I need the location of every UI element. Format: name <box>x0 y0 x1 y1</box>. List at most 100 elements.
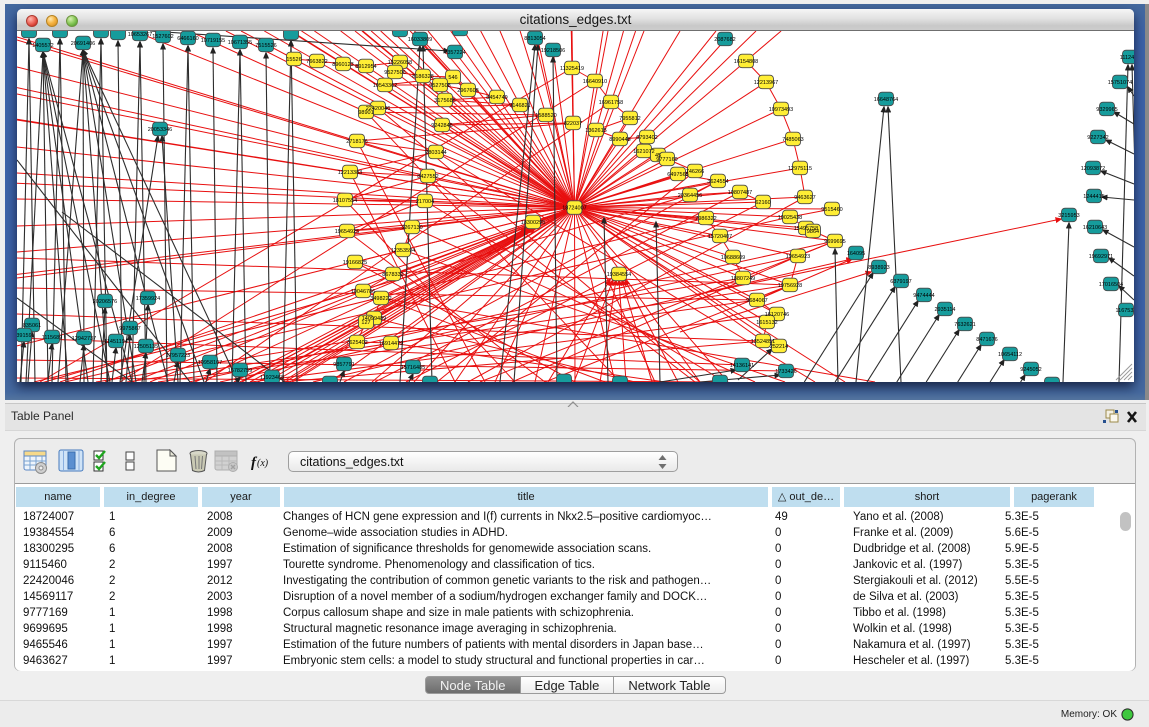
svg-text:15751074: 15751074 <box>1108 80 1132 86</box>
svg-text:8678332: 8678332 <box>382 272 403 278</box>
svg-text:8990448: 8990448 <box>609 137 630 143</box>
svg-text:7515526: 7515526 <box>255 43 276 49</box>
svg-text:11923468: 11923468 <box>260 375 284 381</box>
svg-text:9329965: 9329965 <box>1096 107 1117 113</box>
svg-text:3215953: 3215953 <box>1058 213 1079 219</box>
svg-text:16782759: 16782759 <box>228 368 252 374</box>
svg-text:8427552: 8427552 <box>417 174 438 180</box>
svg-text:9527508: 9527508 <box>429 83 450 89</box>
svg-text:3175685: 3175685 <box>434 98 455 104</box>
svg-text:8471676: 8471676 <box>976 337 997 343</box>
svg-text:15716485: 15716485 <box>401 365 425 371</box>
svg-text:10973493: 10973493 <box>769 107 793 113</box>
svg-text:6793402: 6793402 <box>636 135 657 141</box>
svg-text:19218506: 19218506 <box>541 48 565 54</box>
svg-text:1733426: 1733426 <box>775 369 796 375</box>
svg-text:9227342: 9227342 <box>1087 135 1108 141</box>
svg-text:822037: 822037 <box>564 121 582 127</box>
svg-text:10543362: 10543362 <box>373 83 397 89</box>
svg-text:16120746: 16120746 <box>765 312 789 318</box>
svg-text:9975867: 9975867 <box>119 326 140 332</box>
svg-text:9242848: 9242848 <box>431 123 452 129</box>
svg-text:1112479: 1112479 <box>1120 55 1134 61</box>
svg-text:1621072: 1621072 <box>633 149 654 155</box>
svg-text:2935114: 2935114 <box>934 307 955 313</box>
svg-text:9777169: 9777169 <box>656 157 677 163</box>
svg-text:17016504: 17016504 <box>1099 282 1123 288</box>
svg-text:12353594: 12353594 <box>391 248 415 254</box>
svg-text:20053346: 20053346 <box>148 127 172 133</box>
svg-text:14136141: 14136141 <box>730 363 754 369</box>
svg-text:9515460: 9515460 <box>821 207 842 213</box>
svg-text:7632621: 7632621 <box>954 322 975 328</box>
svg-text:9463627: 9463627 <box>794 195 815 201</box>
svg-text:2967608: 2967608 <box>457 88 478 94</box>
svg-text:18107554: 18107554 <box>333 198 357 204</box>
svg-text:1527602: 1527602 <box>152 34 173 40</box>
svg-text:127: 127 <box>361 320 370 326</box>
svg-text:10807487: 10807487 <box>728 190 752 196</box>
svg-text:10046786: 10046786 <box>351 289 375 295</box>
svg-text:1362615: 1362615 <box>585 128 606 134</box>
svg-text:1405572: 1405572 <box>32 43 53 49</box>
svg-text:8813054: 8813054 <box>524 36 545 42</box>
svg-text:16154808: 16154808 <box>734 59 758 65</box>
svg-text:9857791: 9857791 <box>333 362 354 368</box>
svg-text:16914479: 16914479 <box>379 341 403 347</box>
svg-text:8454749: 8454749 <box>486 95 507 101</box>
svg-text:12505135: 12505135 <box>134 344 158 350</box>
svg-text:1167533: 1167533 <box>1115 308 1134 314</box>
svg-text:546: 546 <box>448 75 457 81</box>
svg-text:18724007: 18724007 <box>562 206 586 212</box>
svg-text:217004: 217004 <box>416 199 434 205</box>
svg-text:10671355: 10671355 <box>228 40 252 46</box>
svg-text:1244415: 1244415 <box>1083 194 1104 200</box>
svg-text:8938923: 8938923 <box>868 265 889 271</box>
svg-text:9527506: 9527506 <box>384 70 405 76</box>
svg-text:7955812: 7955812 <box>619 116 640 122</box>
svg-text:20691406: 20691406 <box>71 41 95 47</box>
svg-text:16648764: 16648764 <box>874 97 898 103</box>
svg-text:12975115: 12975115 <box>788 166 812 172</box>
svg-text:19166825: 19166825 <box>343 260 367 266</box>
svg-text:9699695: 9699695 <box>824 239 845 245</box>
svg-text:2087682: 2087682 <box>714 37 735 43</box>
svg-text:9245052: 9245052 <box>1020 367 1041 373</box>
svg-text:11451194: 11451194 <box>104 339 128 345</box>
svg-text:8960123: 8960123 <box>332 62 353 68</box>
svg-text:10688609: 10688609 <box>721 255 745 261</box>
svg-text:19654925: 19654925 <box>335 229 359 235</box>
svg-text:19384554: 19384554 <box>607 272 631 278</box>
svg-text:252214: 252214 <box>770 344 788 350</box>
svg-text:9684067: 9684067 <box>746 298 767 304</box>
svg-text:9474444: 9474444 <box>913 293 934 299</box>
svg-text:17359924: 17359924 <box>136 296 160 302</box>
svg-text:3498222: 3498222 <box>370 296 391 302</box>
svg-text:16640910: 16640910 <box>583 79 607 85</box>
svg-text:2803144: 2803144 <box>425 150 446 156</box>
svg-text:20364456: 20364456 <box>678 193 702 199</box>
svg-text:7625402: 7625402 <box>346 340 367 346</box>
svg-text:12942737: 12942737 <box>72 336 96 342</box>
svg-text:835061: 835061 <box>23 323 41 329</box>
svg-text:1615132: 1615132 <box>756 320 777 326</box>
svg-text:17957223: 17957223 <box>166 353 190 359</box>
svg-text:18807249: 18807249 <box>731 276 755 282</box>
svg-text:1588520: 1588520 <box>535 113 556 119</box>
svg-text:9146821: 9146821 <box>509 103 530 109</box>
svg-text:3624554: 3624554 <box>707 179 728 185</box>
svg-text:1115689: 1115689 <box>42 335 63 341</box>
svg-text:(x): (x) <box>257 458 269 469</box>
svg-text:6466160: 6466160 <box>177 36 198 42</box>
svg-text:7485063: 7485063 <box>782 137 803 143</box>
svg-text:2718176: 2718176 <box>346 139 367 145</box>
svg-text:3267130: 3267130 <box>401 225 422 231</box>
svg-text:39159: 39159 <box>17 333 32 339</box>
svg-text:10653267: 10653267 <box>128 32 152 38</box>
svg-text:19654923: 19654923 <box>786 254 810 260</box>
svg-text:15526: 15526 <box>286 57 301 63</box>
svg-text:19692971: 19692971 <box>1089 254 1113 260</box>
svg-text:12213383: 12213383 <box>338 170 362 176</box>
svg-text:16033809: 16033809 <box>408 37 432 43</box>
svg-text:16961758: 16961758 <box>599 100 623 106</box>
